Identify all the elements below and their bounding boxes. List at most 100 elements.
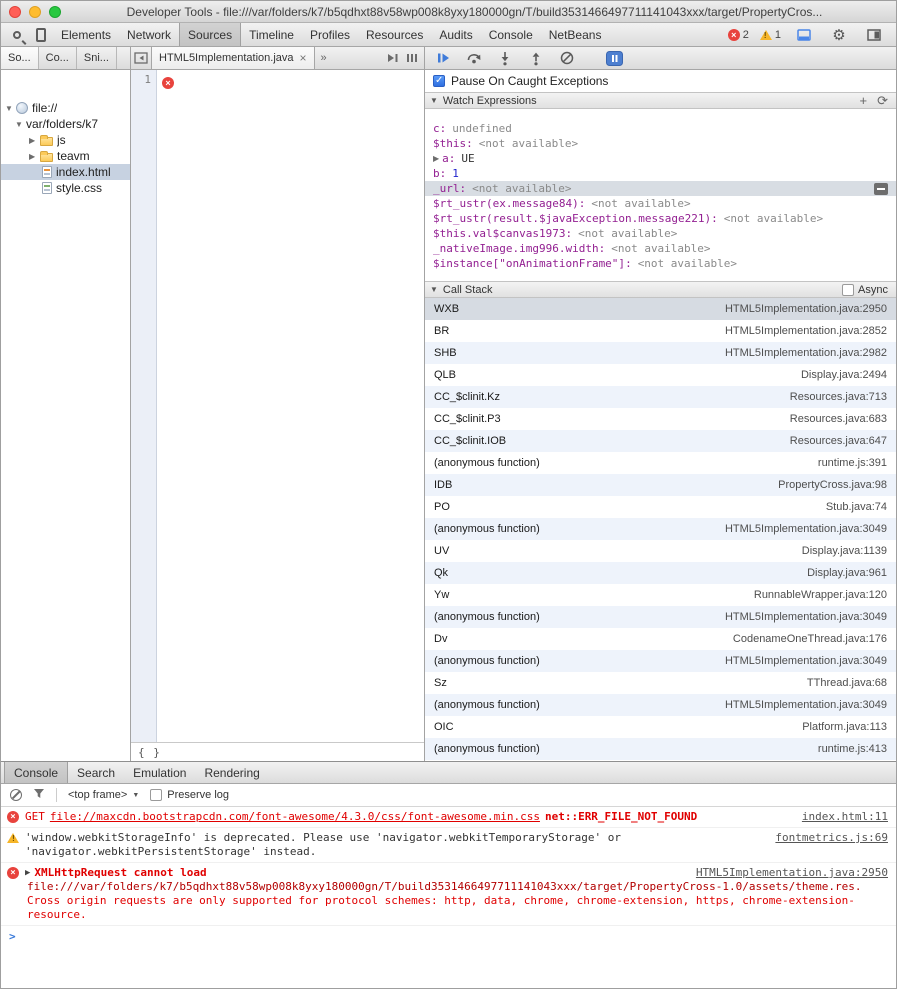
clear-console-icon[interactable] bbox=[10, 789, 22, 801]
error-count-badge[interactable]: × 2 bbox=[728, 29, 749, 41]
frame-location-link[interactable]: Resources.java:647 bbox=[790, 435, 887, 447]
frame-location-link[interactable]: HTML5Implementation.java:3049 bbox=[725, 699, 887, 711]
async-checkbox[interactable] bbox=[842, 284, 854, 296]
line-error-icon[interactable]: × bbox=[162, 77, 174, 89]
remove-watch-icon[interactable] bbox=[874, 183, 888, 195]
warning-count-badge[interactable]: 1 bbox=[760, 29, 781, 41]
close-window-button[interactable] bbox=[9, 6, 21, 18]
call-stack-frame[interactable]: (anonymous function) HTML5Implementation… bbox=[425, 694, 896, 716]
watch-expand-arrow-icon[interactable] bbox=[433, 154, 439, 163]
navigator-tab[interactable]: So... bbox=[1, 47, 39, 69]
watch-expression-row[interactable]: $this <not available> bbox=[425, 136, 896, 151]
panel-tab[interactable]: Console bbox=[481, 23, 541, 46]
step-out-icon[interactable] bbox=[528, 50, 544, 66]
call-stack-frame[interactable]: CC_$clinit.P3 Resources.java:683 bbox=[425, 408, 896, 430]
watch-expression-row[interactable]: $rt_ustr(result.$javaException.message22… bbox=[425, 211, 896, 226]
columns-icon[interactable] bbox=[402, 52, 422, 64]
zoom-window-button[interactable] bbox=[49, 6, 61, 18]
console-prompt[interactable]: > bbox=[1, 926, 896, 947]
call-stack-frame[interactable]: (anonymous function) HTML5Implementation… bbox=[425, 650, 896, 672]
message-source-link[interactable]: index.html:11 bbox=[802, 810, 888, 824]
call-stack-frame[interactable]: (anonymous function) runtime.js:391 bbox=[425, 452, 896, 474]
call-stack-frame[interactable]: (anonymous function) runtime.js:413 bbox=[425, 738, 896, 760]
frame-location-link[interactable]: Resources.java:683 bbox=[790, 413, 887, 425]
call-stack-frame[interactable]: IDB PropertyCross.java:98 bbox=[425, 474, 896, 496]
refresh-watch-icon[interactable]: ⟳ bbox=[877, 94, 888, 107]
frame-location-link[interactable]: HTML5Implementation.java:3049 bbox=[725, 523, 887, 535]
tree-item[interactable]: var/folders/k7 bbox=[1, 116, 130, 132]
hide-navigator-icon[interactable] bbox=[131, 47, 151, 69]
tree-expand-arrow-icon[interactable] bbox=[29, 152, 40, 161]
tree-expand-arrow-icon[interactable] bbox=[15, 120, 26, 129]
watch-expressions-header[interactable]: ▼ Watch Expressions + ⟳ bbox=[425, 92, 896, 109]
section-collapse-icon[interactable]: ▼ bbox=[430, 285, 438, 294]
frame-location-link[interactable]: HTML5Implementation.java:3049 bbox=[725, 611, 887, 623]
drawer-tab[interactable]: Emulation bbox=[124, 762, 195, 783]
deactivate-breakpoints-icon[interactable] bbox=[559, 50, 575, 66]
section-collapse-icon[interactable]: ▼ bbox=[430, 96, 438, 105]
panel-tab[interactable]: Audits bbox=[431, 23, 480, 46]
settings-gear-icon[interactable]: ⚙ bbox=[827, 26, 851, 44]
panel-tab[interactable]: Network bbox=[119, 23, 179, 46]
frame-location-link[interactable]: TThread.java:68 bbox=[807, 677, 887, 689]
dock-side-icon[interactable] bbox=[862, 29, 886, 41]
call-stack-frame[interactable]: Yw RunnableWrapper.java:120 bbox=[425, 584, 896, 606]
watch-expression-row[interactable]: $this.val$canvas1973 <not available> bbox=[425, 226, 896, 241]
call-stack-frame[interactable]: QLB Display.java:2494 bbox=[425, 364, 896, 386]
panel-tab[interactable]: Sources bbox=[179, 23, 241, 46]
panel-tab[interactable]: Resources bbox=[358, 23, 431, 46]
message-source-link[interactable]: HTML5Implementation.java:2950 bbox=[696, 866, 888, 880]
console-drawer-toggle-icon[interactable] bbox=[792, 29, 816, 41]
frame-location-link[interactable]: Platform.java:113 bbox=[802, 721, 887, 733]
watch-expression-row[interactable]: _url <not available> bbox=[425, 181, 896, 196]
frame-location-link[interactable]: Resources.java:713 bbox=[790, 391, 887, 403]
call-stack-frame[interactable]: SHB HTML5Implementation.java:2982 bbox=[425, 342, 896, 364]
watch-expression-row[interactable]: c undefined bbox=[425, 121, 896, 136]
tab-overflow-icon[interactable]: » bbox=[315, 47, 333, 69]
minimize-window-button[interactable] bbox=[29, 6, 41, 18]
resource-url-link[interactable]: file://maxcdn.bootstrapcdn.com/font-awes… bbox=[50, 810, 540, 823]
filter-icon[interactable] bbox=[33, 786, 45, 804]
call-stack-frame[interactable]: WXB HTML5Implementation.java:2950 bbox=[425, 298, 896, 320]
close-tab-icon[interactable]: × bbox=[300, 51, 307, 65]
call-stack-frame[interactable]: OIC Platform.java:113 bbox=[425, 716, 896, 738]
inspect-search-icon[interactable] bbox=[5, 23, 29, 46]
call-stack-frame[interactable]: PO Stub.java:74 bbox=[425, 496, 896, 518]
panel-tab[interactable]: Timeline bbox=[241, 23, 302, 46]
drawer-tab[interactable]: Rendering bbox=[195, 762, 268, 783]
editor-file-tab[interactable]: HTML5Implementation.java × bbox=[151, 47, 315, 69]
call-stack-frame[interactable]: CC_$clinit.IOB Resources.java:647 bbox=[425, 430, 896, 452]
tree-item[interactable]: style.css bbox=[1, 180, 130, 196]
call-stack-frame[interactable]: Qk Display.java:961 bbox=[425, 562, 896, 584]
panel-tab[interactable]: Elements bbox=[53, 23, 119, 46]
tree-expand-arrow-icon[interactable] bbox=[29, 136, 40, 145]
call-stack-header[interactable]: ▼ Call Stack Async bbox=[425, 281, 896, 298]
watch-expression-row[interactable]: $instance["onAnimationFrame"] <not avail… bbox=[425, 256, 896, 271]
frame-location-link[interactable]: Stub.java:74 bbox=[826, 501, 887, 513]
frame-location-link[interactable]: runtime.js:391 bbox=[818, 457, 887, 469]
call-stack-frame[interactable]: Sz TThread.java:68 bbox=[425, 672, 896, 694]
panel-tab[interactable]: NetBeans bbox=[541, 23, 610, 46]
call-stack-frame[interactable]: CC_$clinit.Kz Resources.java:713 bbox=[425, 386, 896, 408]
call-stack-frame[interactable]: UV Display.java:1139 bbox=[425, 540, 896, 562]
add-watch-icon[interactable]: + bbox=[860, 94, 868, 107]
pause-on-exceptions-icon[interactable] bbox=[606, 51, 623, 66]
navigator-tab[interactable]: Co... bbox=[39, 47, 77, 69]
code-area[interactable]: × bbox=[157, 70, 424, 742]
frame-location-link[interactable]: Display.java:1139 bbox=[802, 545, 887, 557]
tree-item[interactable]: index.html bbox=[1, 164, 130, 180]
tree-item[interactable]: file:// bbox=[1, 100, 130, 116]
call-stack-frame[interactable]: BR HTML5Implementation.java:2852 bbox=[425, 320, 896, 342]
watch-expression-row[interactable]: b 1 bbox=[425, 166, 896, 181]
expand-message-icon[interactable]: ▶ bbox=[25, 866, 30, 880]
pause-on-caught-checkbox[interactable] bbox=[433, 75, 445, 87]
frame-location-link[interactable]: HTML5Implementation.java:2950 bbox=[725, 303, 887, 315]
step-over-icon[interactable] bbox=[466, 50, 482, 66]
call-stack-frame[interactable]: (anonymous function) HTML5Implementation… bbox=[425, 606, 896, 628]
navigator-tab[interactable]: Sni... bbox=[77, 47, 117, 69]
frame-location-link[interactable]: HTML5Implementation.java:3049 bbox=[725, 655, 887, 667]
watch-expression-row[interactable]: a UE bbox=[425, 151, 896, 166]
frame-location-link[interactable]: Display.java:961 bbox=[807, 567, 887, 579]
tree-item[interactable]: js bbox=[1, 132, 130, 148]
drawer-tab[interactable]: Search bbox=[68, 762, 124, 783]
